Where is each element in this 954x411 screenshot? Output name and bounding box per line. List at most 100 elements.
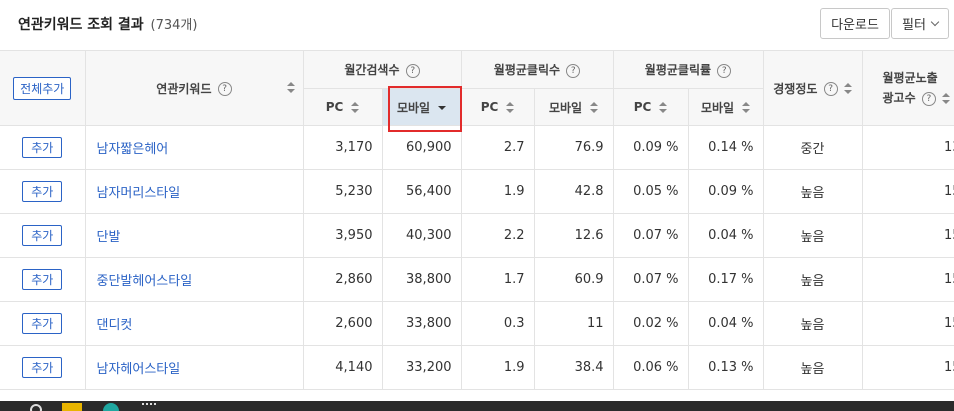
keyword-cell: 댄디컷 xyxy=(84,301,304,346)
download-button[interactable]: 다운로드 xyxy=(820,8,890,39)
page-title: 연관키워드 조회 결과 (734개) xyxy=(18,14,197,34)
browser-icon[interactable] xyxy=(103,403,119,411)
help-icon[interactable]: ? xyxy=(566,63,581,78)
search-pc-cell: 2,600 xyxy=(302,301,383,346)
clicks-pc-cell: 0.3 xyxy=(460,301,535,346)
help-icon[interactable]: ? xyxy=(921,91,936,106)
sort-desc-icon[interactable] xyxy=(438,106,447,110)
add-keyword-button[interactable]: 추가 xyxy=(22,269,63,290)
app-icon[interactable] xyxy=(142,403,156,411)
clicks-mobile-header[interactable]: 모바일 xyxy=(533,88,614,126)
add-keyword-button[interactable]: 추가 xyxy=(22,313,63,334)
result-count: (734개) xyxy=(150,18,198,33)
search-pc-cell: 4,140 xyxy=(302,345,383,390)
keyword-cell: 단발 xyxy=(84,213,304,258)
add-keyword-button[interactable]: 추가 xyxy=(22,137,63,158)
help-icon[interactable]: ? xyxy=(405,63,420,78)
clicks-mobile-cell: 60.9 xyxy=(533,257,614,302)
add-cell: 추가 xyxy=(0,301,86,346)
add-cell: 추가 xyxy=(0,125,86,170)
add-cell: 추가 xyxy=(0,213,86,258)
clicks-mobile-cell: 12.6 xyxy=(533,213,614,258)
competition-header-label: 경쟁정도 xyxy=(773,81,818,96)
add-keyword-button[interactable]: 추가 xyxy=(22,225,63,246)
clicks-pc-cell: 1.7 xyxy=(460,257,535,302)
table-row: 추가 남자머리스타일 5,230 56,400 1.9 42.8 0.05 % 0.09 % 높… xyxy=(0,169,954,214)
search-pc-header[interactable]: PC xyxy=(303,88,383,126)
avg-ctr-header: 월평균클릭률 ? xyxy=(612,50,764,89)
taskbar xyxy=(0,401,954,411)
keyword-results-table: 전체추가 연관키워드 ? 월간검색수 ? 월평균클릭수 ? 월평균클릭률 ? 경… xyxy=(0,50,954,390)
keyword-link[interactable]: 남자짧은헤어 xyxy=(97,142,169,157)
competition-cell: 높음 xyxy=(762,213,863,258)
keyword-link[interactable]: 중단발헤어스타일 xyxy=(97,274,193,289)
search-icon[interactable] xyxy=(30,404,42,411)
filter-button[interactable]: 필터 xyxy=(891,8,949,39)
sort-icon[interactable] xyxy=(286,82,295,94)
table-row: 추가 남자헤어스타일 4,140 33,200 1.9 38.4 0.06 % 0.13 % 높… xyxy=(0,345,954,390)
title-text: 연관키워드 조회 결과 xyxy=(18,17,144,33)
add-keyword-button[interactable]: 추가 xyxy=(22,357,63,378)
help-icon[interactable]: ? xyxy=(717,63,732,78)
add-keyword-button[interactable]: 추가 xyxy=(22,181,63,202)
avg-ctr-label: 월평균클릭률 xyxy=(644,63,712,77)
ctr-mobile-cell: 0.13 % xyxy=(687,345,764,390)
sort-icon[interactable] xyxy=(351,101,360,114)
chevron-down-icon xyxy=(930,17,940,27)
search-mobile-cell: 33,800 xyxy=(381,301,462,346)
clicks-mobile-cell: 42.8 xyxy=(533,169,614,214)
competition-cell: 중간 xyxy=(762,125,863,170)
mobile-label: 모바일 xyxy=(700,100,735,115)
keyword-cell: 남자짧은헤어 xyxy=(84,125,304,170)
keyword-cell: 남자머리스타일 xyxy=(84,169,304,214)
sort-icon[interactable] xyxy=(659,101,668,114)
ctr-pc-cell: 0.05 % xyxy=(612,169,689,214)
competition-cell: 높음 xyxy=(762,345,863,390)
ctr-mobile-cell: 0.04 % xyxy=(687,213,764,258)
search-pc-cell: 3,170 xyxy=(302,125,383,170)
table-row: 추가 남자짧은헤어 3,170 60,900 2.7 76.9 0.09 % 0.14 % 중간… xyxy=(0,125,954,170)
sort-icon[interactable] xyxy=(843,83,852,95)
ctr-pc-cell: 0.02 % xyxy=(612,301,689,346)
sort-icon[interactable] xyxy=(942,92,951,105)
ctr-pc-header[interactable]: PC xyxy=(612,88,689,126)
explorer-icon[interactable] xyxy=(62,403,82,411)
sort-icon[interactable] xyxy=(742,102,751,114)
keyword-link[interactable]: 단발 xyxy=(97,230,121,245)
add-cell: 추가 xyxy=(0,257,86,302)
clicks-pc-header[interactable]: PC xyxy=(460,88,535,126)
keyword-link[interactable]: 댄디컷 xyxy=(97,318,133,333)
avg-ads-column-header[interactable]: 월평균노출 광고수 ? xyxy=(861,50,954,126)
clicks-mobile-cell: 11 xyxy=(533,301,614,346)
ctr-mobile-cell: 0.17 % xyxy=(687,257,764,302)
sort-icon[interactable] xyxy=(590,102,599,114)
add-all-button[interactable]: 전체추가 xyxy=(13,76,72,100)
ctr-mobile-cell: 0.04 % xyxy=(687,301,764,346)
ctr-pc-cell: 0.06 % xyxy=(612,345,689,390)
ctr-mobile-header[interactable]: 모바일 xyxy=(687,88,764,126)
help-icon[interactable]: ? xyxy=(217,82,232,96)
keyword-link[interactable]: 남자헤어스타일 xyxy=(97,362,181,377)
mobile-label: 모바일 xyxy=(548,100,583,115)
keyword-column-header[interactable]: 연관키워드 ? xyxy=(84,50,304,126)
table-row: 추가 단발 3,95040,3002.212.60.07 %0.04 %높음15 xyxy=(0,213,954,258)
ctr-mobile-cell: 0.14 % xyxy=(687,125,764,170)
clicks-pc-cell: 2.7 xyxy=(460,125,535,170)
results-header: 연관키워드 조회 결과 (734개) 다운로드 필터 xyxy=(0,0,954,50)
search-mobile-cell: 60,900 xyxy=(381,125,462,170)
help-icon[interactable]: ? xyxy=(823,82,838,96)
competition-column-header[interactable]: 경쟁정도 ? xyxy=(762,50,863,126)
keyword-link[interactable]: 남자머리스타일 xyxy=(97,186,181,201)
avg-ads-label-line1: 월평균노출 xyxy=(882,71,938,85)
ads-cell: 15 xyxy=(861,213,954,258)
pc-label: PC xyxy=(480,100,499,114)
ads-cell: 15 xyxy=(861,257,954,302)
ctr-pc-cell: 0.07 % xyxy=(612,213,689,258)
competition-cell: 높음 xyxy=(762,301,863,346)
search-mobile-header[interactable]: 모바일 xyxy=(381,88,462,126)
keyword-cell: 중단발헤어스타일 xyxy=(84,257,304,302)
pc-label: PC xyxy=(633,100,652,114)
monthly-search-header: 월간검색수 ? xyxy=(302,50,462,89)
search-pc-cell: 5,230 xyxy=(302,169,383,214)
sort-icon[interactable] xyxy=(506,101,515,114)
